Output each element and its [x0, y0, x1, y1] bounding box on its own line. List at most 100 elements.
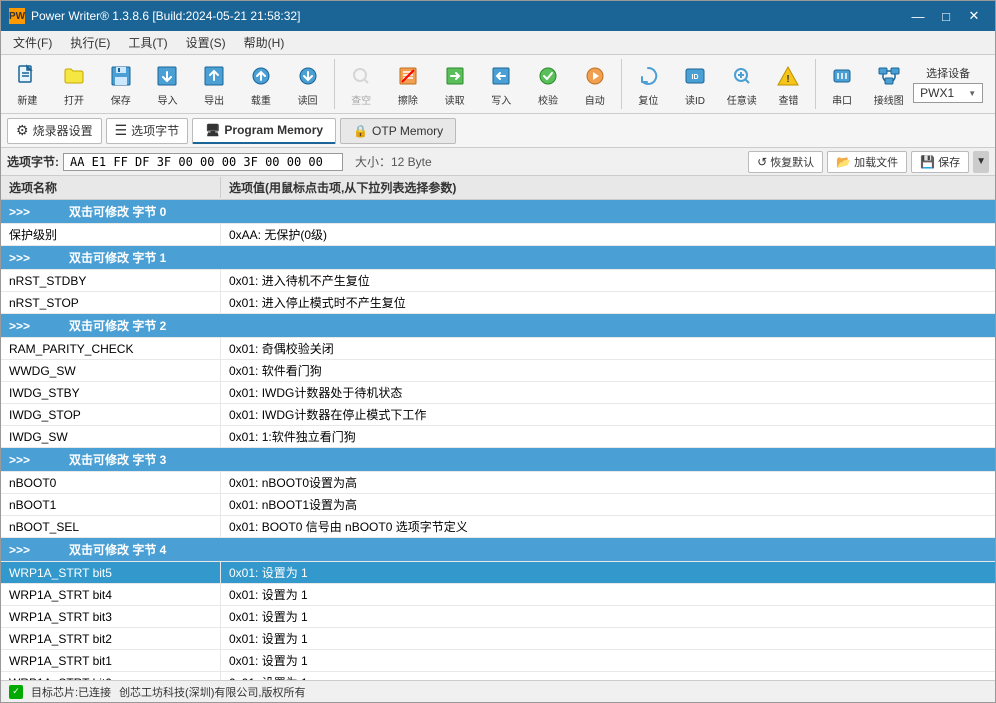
table-row[interactable]: WRP1A_STRT bit30x01: 设置为 1: [1, 606, 995, 628]
row-value[interactable]: 0xAA: 无保护(0级): [221, 224, 995, 245]
option-dropdown-arrow[interactable]: ▼: [973, 151, 989, 173]
new-button[interactable]: 新建: [5, 58, 50, 110]
row-value[interactable]: 0x01: 进入待机不产生复位: [221, 270, 995, 291]
row-value[interactable]: 0x01: 设置为 1: [221, 650, 995, 671]
row-value[interactable]: 0x01: 设置为 1: [221, 672, 995, 680]
section-title: 双击可修改 字节 0: [61, 200, 995, 223]
export-button[interactable]: 导出: [192, 58, 237, 110]
device-dropdown[interactable]: PWX1 ▼: [913, 83, 983, 103]
checkerror-button[interactable]: ! 查错: [766, 58, 811, 110]
table-row[interactable]: IWDG_STBY0x01: IWDG计数器处于待机状态: [1, 382, 995, 404]
write-button[interactable]: 写入: [479, 58, 524, 110]
title-bar-controls[interactable]: — □ ✕: [905, 6, 987, 26]
save-button[interactable]: 保存: [98, 58, 143, 110]
table-row[interactable]: WRP1A_STRT bit00x01: 设置为 1: [1, 672, 995, 680]
row-value[interactable]: 0x01: 软件看门狗: [221, 360, 995, 381]
save-option-button[interactable]: 💾 保存: [911, 151, 969, 173]
readback-icon: [294, 62, 322, 90]
import-button[interactable]: 导入: [145, 58, 190, 110]
table-content[interactable]: >>>双击可修改 字节 0保护级别0xAA: 无保护(0级)>>>双击可修改 字…: [1, 200, 995, 680]
query-button[interactable]: 查空: [339, 58, 384, 110]
close-button[interactable]: ✕: [961, 6, 987, 26]
maximize-button[interactable]: □: [933, 6, 959, 26]
export-icon: [200, 62, 228, 90]
verify-icon: [534, 62, 562, 90]
program-memory-button[interactable]: 🖥 Program Memory: [192, 118, 336, 144]
query-icon: [347, 62, 375, 90]
table-row[interactable]: WRP1A_STRT bit50x01: 设置为 1: [1, 562, 995, 584]
section-title: 双击可修改 字节 2: [61, 314, 995, 337]
open-button[interactable]: 打开: [52, 58, 97, 110]
verify-button[interactable]: 校验: [526, 58, 571, 110]
read-button[interactable]: 读取: [432, 58, 477, 110]
table-row[interactable]: nRST_STDBY0x01: 进入待机不产生复位: [1, 270, 995, 292]
intentread-button[interactable]: 任意读: [719, 58, 764, 110]
restore-default-button[interactable]: ↺ 恢复默认: [748, 151, 823, 173]
table-row[interactable]: nBOOT10x01: nBOOT1设置为高: [1, 494, 995, 516]
port-button[interactable]: 串口: [820, 58, 865, 110]
auto-button[interactable]: 自动: [572, 58, 617, 110]
row-value[interactable]: 0x01: BOOT0 信号由 nBOOT0 选项字节定义: [221, 516, 995, 537]
load-icon: [247, 62, 275, 90]
device-value: PWX1: [920, 86, 954, 100]
row-value[interactable]: 0x01: 设置为 1: [221, 628, 995, 649]
menu-file[interactable]: 文件(F): [5, 32, 60, 53]
option-hex-input[interactable]: [63, 153, 343, 171]
option-byte-button[interactable]: ☰ 选项字节: [106, 118, 189, 144]
toolbar-separator-3: [815, 59, 816, 109]
menu-tools[interactable]: 工具(T): [120, 32, 175, 53]
table-row[interactable]: WRP1A_STRT bit20x01: 设置为 1: [1, 628, 995, 650]
table-row[interactable]: IWDG_SW0x01: 1:软件独立看门狗: [1, 426, 995, 448]
menu-help[interactable]: 帮助(H): [236, 32, 293, 53]
row-name: RAM_PARITY_CHECK: [1, 338, 221, 359]
table-row[interactable]: nBOOT00x01: nBOOT0设置为高: [1, 472, 995, 494]
load-file-button[interactable]: 📂 加载文件: [827, 151, 907, 173]
table-header: 选项名称 选项值(用鼠标点击项,从下拉列表选择参数): [1, 176, 995, 200]
row-value[interactable]: 0x01: 设置为 1: [221, 562, 995, 583]
table-row[interactable]: RAM_PARITY_CHECK0x01: 奇偶校验关闭: [1, 338, 995, 360]
table-row[interactable]: WRP1A_STRT bit40x01: 设置为 1: [1, 584, 995, 606]
row-value[interactable]: 0x01: 奇偶校验关闭: [221, 338, 995, 359]
row-value[interactable]: 0x01: 设置为 1: [221, 584, 995, 605]
table-row[interactable]: 保护级别0xAA: 无保护(0级): [1, 224, 995, 246]
row-value[interactable]: 0x01: nBOOT0设置为高: [221, 472, 995, 493]
load-button[interactable]: 载重: [239, 58, 284, 110]
status-indicator: [9, 685, 23, 699]
read-icon: [441, 62, 469, 90]
menu-exec[interactable]: 执行(E): [62, 32, 118, 53]
row-value[interactable]: 0x01: 1:软件独立看门狗: [221, 426, 995, 447]
device-select-area: 选择设备 PWX1 ▼: [913, 65, 991, 103]
table-row: >>>双击可修改 字节 3: [1, 448, 995, 472]
table-row[interactable]: WWDG_SW0x01: 软件看门狗: [1, 360, 995, 382]
minimize-button[interactable]: —: [905, 6, 931, 26]
table-row[interactable]: IWDG_STOP0x01: IWDG计数器在停止模式下工作: [1, 404, 995, 426]
row-value[interactable]: 0x01: nBOOT1设置为高: [221, 494, 995, 515]
wiring-icon: [875, 62, 903, 90]
table-row[interactable]: WRP1A_STRT bit10x01: 设置为 1: [1, 650, 995, 672]
table-row[interactable]: nBOOT_SEL0x01: BOOT0 信号由 nBOOT0 选项字节定义: [1, 516, 995, 538]
row-value[interactable]: 0x01: 进入停止模式时不产生复位: [221, 292, 995, 313]
row-name: WWDG_SW: [1, 360, 221, 381]
save-icon: [107, 62, 135, 90]
section-indicator: >>>: [1, 200, 61, 223]
erase-button[interactable]: 擦除: [386, 58, 431, 110]
table-row: >>>双击可修改 字节 2: [1, 314, 995, 338]
row-value[interactable]: 0x01: IWDG计数器处于待机状态: [221, 382, 995, 403]
table-row: >>>双击可修改 字节 1: [1, 246, 995, 270]
row-value[interactable]: 0x01: 设置为 1: [221, 606, 995, 627]
row-name: nBOOT0: [1, 472, 221, 493]
section-indicator: >>>: [1, 448, 61, 471]
readback-button[interactable]: 读回: [285, 58, 330, 110]
menu-settings[interactable]: 设置(S): [178, 32, 234, 53]
table-row[interactable]: nRST_STOP0x01: 进入停止模式时不产生复位: [1, 292, 995, 314]
otp-icon: 🔒: [353, 124, 368, 138]
readid-button[interactable]: ID 读ID: [673, 58, 718, 110]
otp-memory-button[interactable]: 🔒 OTP Memory: [340, 118, 456, 144]
row-name: 保护级别: [1, 224, 221, 245]
wiring-button[interactable]: 接线图: [866, 58, 911, 110]
burn-settings-button[interactable]: ⚙ 烧录器设置: [7, 118, 102, 144]
row-value[interactable]: 0x01: IWDG计数器在停止模式下工作: [221, 404, 995, 425]
reset-button[interactable]: 复位: [626, 58, 671, 110]
table-row: >>>双击可修改 字节 0: [1, 200, 995, 224]
row-name: WRP1A_STRT bit5: [1, 562, 221, 583]
